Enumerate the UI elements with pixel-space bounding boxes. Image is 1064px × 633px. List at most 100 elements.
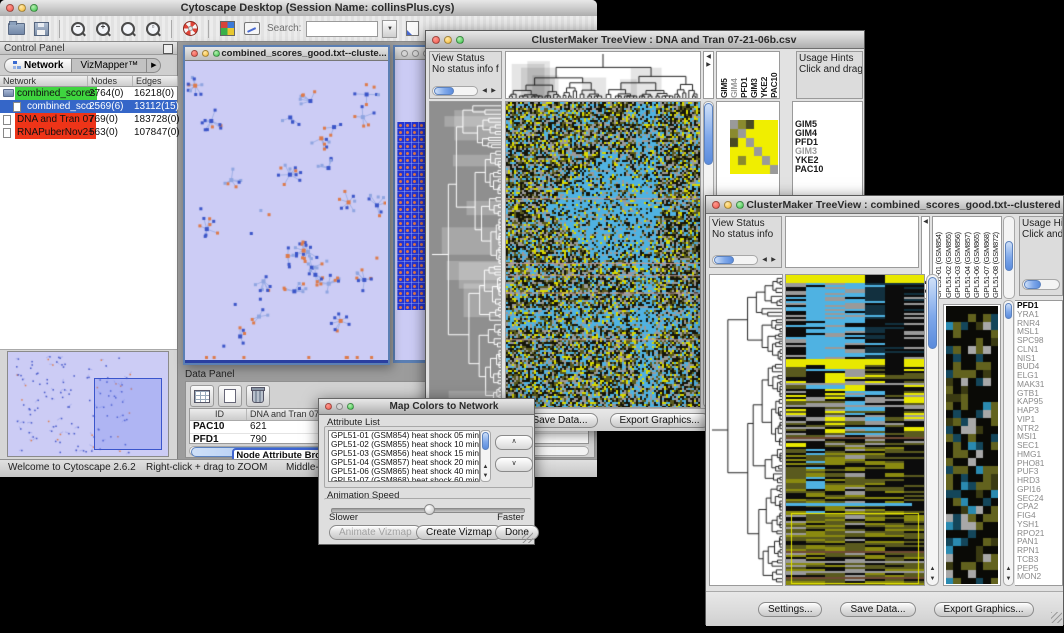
column-label[interactable]: GPL51-02 (GSM855) (944, 217, 954, 298)
zoom-window-icon[interactable] (736, 201, 744, 209)
attribute-list-scrollbar[interactable]: ▲ ▼ (480, 430, 491, 482)
column-label[interactable]: GPL51-04 (GSM857) (963, 217, 973, 298)
column-label[interactable]: PFD1 (739, 52, 749, 98)
col-id[interactable]: ID (190, 409, 247, 420)
net1-titlebar[interactable]: combined_scores_good.txt--cluste... (185, 47, 388, 61)
delete-attribute-button[interactable] (246, 385, 270, 407)
scroll-right-icon[interactable]: ▶ (704, 61, 713, 69)
zoom-heatmap-canvas[interactable] (730, 120, 778, 174)
column-label[interactable]: GIM4 (729, 52, 739, 98)
network-name[interactable]: RNAPuberNov2+ (15, 126, 96, 139)
scroll-left-icon[interactable]: ◀ (704, 53, 713, 61)
close-icon[interactable] (325, 403, 332, 410)
tv2-heatmap-box[interactable] (785, 274, 925, 586)
column-label[interactable]: GIM5 (719, 52, 729, 98)
tv1-export-graphics-button[interactable]: Export Graphics... (610, 413, 710, 428)
row-dendrogram-canvas[interactable] (710, 275, 782, 585)
animate-vizmap-button[interactable]: Animate Vizmap (329, 525, 422, 540)
new-attribute-button[interactable] (218, 385, 242, 407)
gene-label[interactable]: MON2 (1015, 572, 1062, 581)
tv2-hints-scrollbar[interactable] (1022, 279, 1060, 290)
zoom-out-button[interactable]: − (68, 20, 88, 38)
close-icon[interactable] (191, 50, 198, 57)
zoom-in-button[interactable]: + (93, 20, 113, 38)
search-dropdown-button[interactable]: ▼ (382, 20, 397, 38)
scroll-down-icon[interactable]: ▼ (1004, 575, 1013, 583)
open-file-button[interactable] (6, 20, 26, 38)
zoom-window-icon[interactable] (30, 4, 38, 12)
zoom-selected-button[interactable] (118, 20, 138, 38)
annotation-button[interactable] (242, 20, 262, 38)
slider-thumb[interactable] (424, 504, 435, 515)
float-panel-icon[interactable] (163, 44, 173, 54)
move-down-button[interactable]: ∨ (495, 457, 533, 472)
column-dendrogram-canvas[interactable] (506, 52, 700, 98)
create-vizmap-button[interactable]: Create Vizmap (416, 525, 502, 540)
network-name[interactable]: combined_scores (15, 87, 97, 100)
vizmapper-button[interactable] (217, 20, 237, 38)
scroll-down-icon[interactable]: ▼ (481, 472, 490, 480)
resize-grip[interactable] (522, 532, 533, 543)
global-heatmap-canvas[interactable] (786, 275, 924, 585)
minimize-icon[interactable] (336, 403, 343, 410)
scroll-up-icon[interactable]: ▲ (481, 463, 490, 471)
tv1-titlebar[interactable]: ClusterMaker TreeView : DNA and Tran 07-… (426, 31, 864, 49)
close-icon[interactable] (6, 4, 14, 12)
minimize-icon[interactable] (444, 36, 452, 44)
column-label[interactable]: GPL51-03 (GSM856) (953, 217, 963, 298)
tab-network[interactable]: Network (4, 58, 72, 73)
network-row[interactable]: DNA and Tran 07769(0)183728(0) (0, 113, 177, 126)
minimize-icon[interactable] (18, 4, 26, 12)
overview-viewport-rect[interactable] (94, 378, 162, 450)
zoom-fit-button[interactable]: ▫ (143, 20, 163, 38)
tv2-collabel-scrollbar[interactable] (1003, 216, 1015, 299)
help-button[interactable] (180, 20, 200, 38)
zoom-window-icon[interactable] (347, 403, 354, 410)
col-network[interactable]: Network (0, 76, 88, 86)
col-nodes[interactable]: Nodes (88, 76, 133, 86)
network-row[interactable]: combined_scores2764(0)16218(0) (0, 87, 177, 100)
tv2-save-data-button[interactable]: Save Data... (840, 602, 915, 617)
attribute-item[interactable]: GPL51-07 (GSM868) heat shock 60 min (329, 476, 479, 482)
zoom-heatmap-canvas[interactable] (946, 306, 998, 584)
zoom-window-icon[interactable] (213, 50, 220, 57)
column-label[interactable]: GIM3 (749, 52, 759, 98)
tv2-titlebar[interactable]: ClusterMaker TreeView : combined_scores_… (706, 196, 1063, 214)
scroll-left-icon[interactable]: ◀ (921, 218, 930, 226)
select-attributes-button[interactable] (190, 385, 214, 407)
tv2-zoom-panel[interactable] (943, 304, 1001, 586)
close-icon[interactable] (432, 36, 440, 44)
global-heatmap-canvas[interactable] (506, 102, 700, 407)
tv1-heatmap-box[interactable] (505, 101, 701, 408)
attribute-browser-button[interactable] (402, 20, 422, 38)
column-label[interactable]: GPL51-06 (GSM865) (972, 217, 982, 298)
network-overview-panel[interactable] (7, 351, 169, 457)
column-label[interactable]: YKE2 (759, 52, 769, 98)
tv2-genelist-scrollbar[interactable]: ▲ ▼ (1003, 300, 1014, 586)
resize-grip[interactable] (1051, 612, 1062, 623)
attribute-list[interactable]: GPL51-01 (GSM854) heat shock 05 minGPL51… (328, 430, 480, 482)
scroll-left-icon[interactable]: ◀ (480, 87, 489, 95)
row-dendrogram-canvas[interactable] (430, 102, 501, 407)
tv2-vscrollbar[interactable]: ▲ ▼ (926, 274, 939, 586)
net1-canvas-area[interactable] (185, 61, 388, 363)
network-row[interactable]: combined_sco2569(6)13112(15) (0, 100, 177, 113)
tab-overflow-button[interactable]: ▶ (147, 58, 161, 73)
col-edges[interactable]: Edges (133, 76, 178, 86)
minimize-icon[interactable] (412, 50, 419, 57)
scroll-right-icon[interactable]: ▶ (769, 256, 778, 264)
zoom-window-icon[interactable] (456, 36, 464, 44)
network-view-window[interactable]: combined_scores_good.txt--cluste... (183, 45, 390, 365)
network-name[interactable]: combined_sco (25, 100, 93, 113)
main-titlebar[interactable]: Cytoscape Desktop (Session Name: collins… (0, 0, 597, 17)
network-row[interactable]: RNAPuberNov2+563(0)107847(0) (0, 126, 177, 139)
tv1-status-scrollbar[interactable] (432, 86, 478, 96)
dialog-titlebar[interactable]: Map Colors to Network (319, 399, 534, 415)
move-up-button[interactable]: ∧ (495, 435, 533, 450)
scroll-up-icon[interactable]: ▲ (928, 565, 937, 573)
tv2-settings-button[interactable]: Settings... (758, 602, 822, 617)
column-label[interactable]: PAC10 (769, 52, 779, 98)
tv2-row-dendrogram-box[interactable] (709, 274, 783, 586)
scroll-left-icon[interactable]: ◀ (760, 256, 769, 264)
animation-speed-slider[interactable] (331, 508, 525, 513)
